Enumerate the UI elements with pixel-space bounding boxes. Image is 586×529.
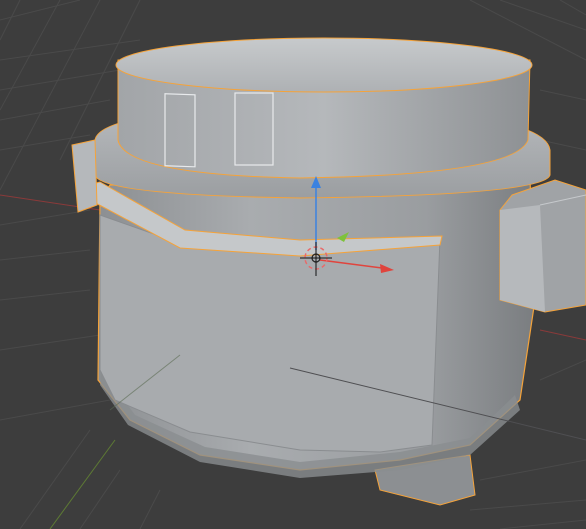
3d-viewport[interactable] (0, 0, 586, 529)
mesh-lid-top (115, 37, 533, 93)
mesh-right-block-front (500, 205, 545, 312)
cylindrical-mesh[interactable] (71, 37, 586, 506)
mesh-left-nub (71, 139, 98, 213)
viewport-canvas[interactable] (0, 0, 586, 529)
y-axis-line (49, 439, 116, 529)
x-axis-line-right (539, 329, 586, 341)
